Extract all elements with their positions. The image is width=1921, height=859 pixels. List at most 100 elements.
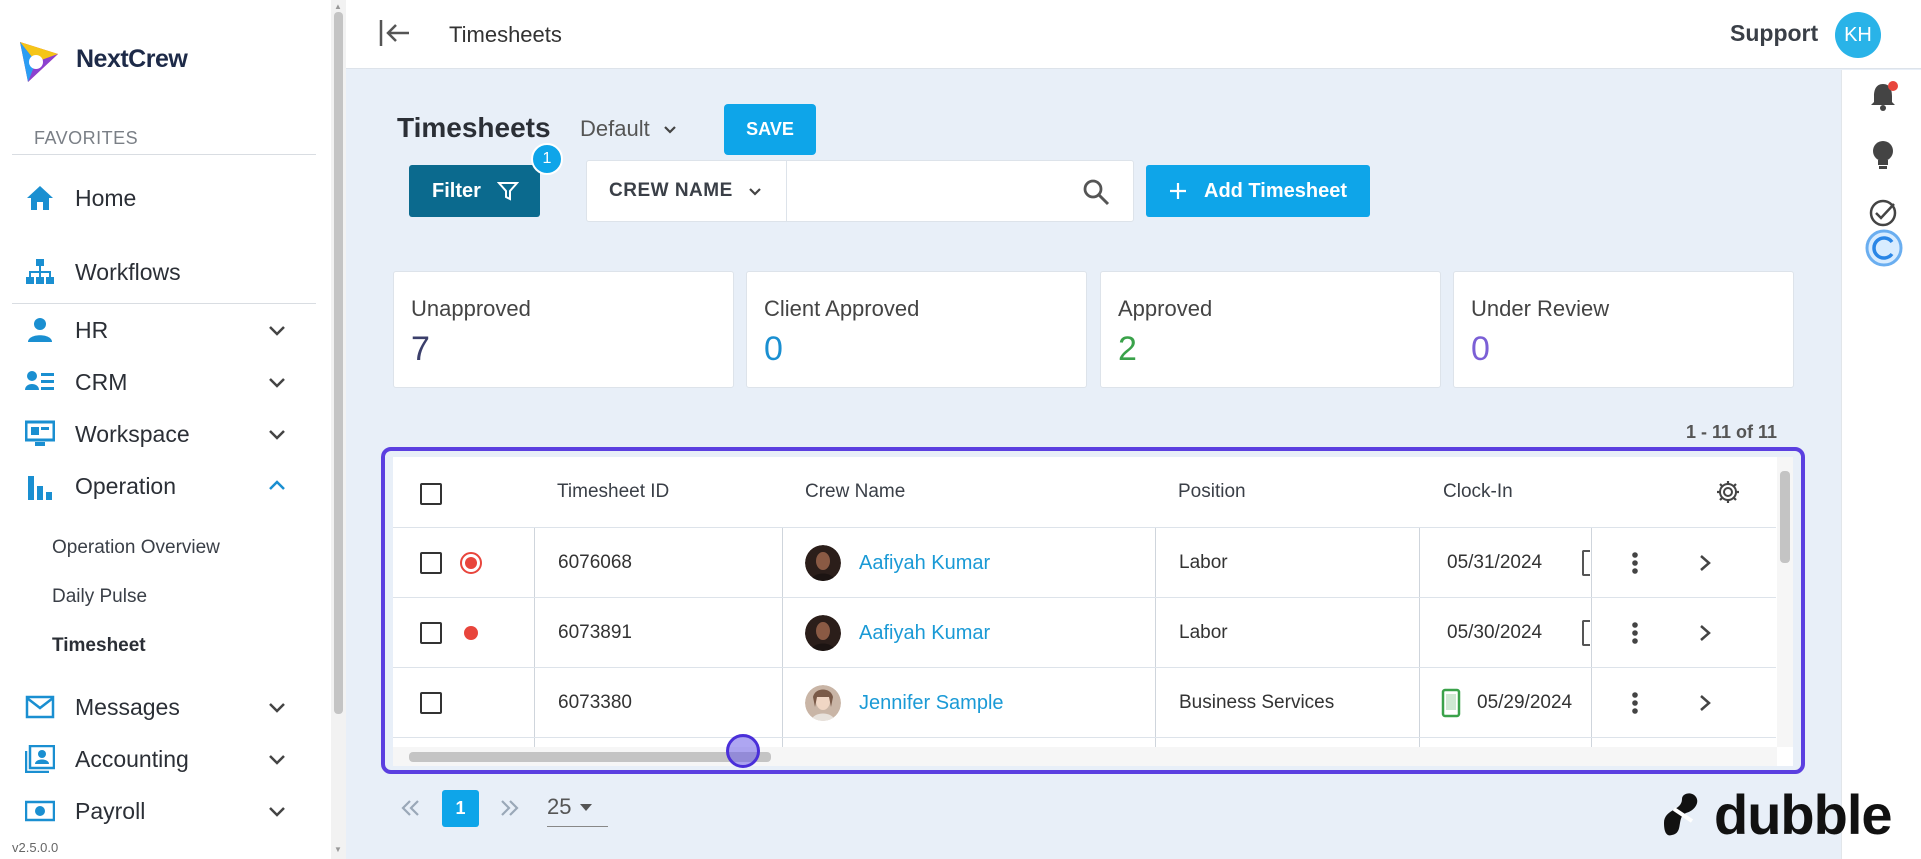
timesheet-id: 6073380 [558, 692, 632, 713]
sidebar-subitem-timesheet[interactable]: Timesheet [52, 635, 146, 657]
sidebar-item-label: Operation [75, 472, 177, 499]
scroll-down-icon[interactable]: ▼ [334, 845, 342, 854]
sidebar-item-messages[interactable]: Messages [0, 685, 320, 729]
app-name: NextCrew [76, 44, 188, 73]
contacts-icon [24, 366, 56, 398]
row-checkbox[interactable] [420, 622, 442, 644]
chevron-right-icon[interactable] [1698, 553, 1712, 573]
column-header-crew-name[interactable]: Crew Name [805, 481, 905, 503]
per-page-select[interactable]: 25 [547, 794, 608, 827]
lightbulb-icon[interactable] [1866, 138, 1900, 172]
task-check-icon[interactable] [1866, 196, 1900, 230]
sidebar-item-workspace[interactable]: Workspace [0, 412, 320, 456]
row-checkbox[interactable] [420, 552, 442, 574]
sidebar-item-accounting[interactable]: Accounting [0, 737, 320, 781]
scrollbar-thumb[interactable] [334, 12, 343, 714]
table-vertical-scrollbar[interactable] [1777, 457, 1793, 747]
kebab-menu-icon[interactable] [1631, 691, 1639, 715]
nextcrew-logo-icon [14, 32, 64, 86]
stat-card-unapproved[interactable]: Unapproved 7 [393, 271, 734, 388]
stat-card-client-approved[interactable]: Client Approved 0 [746, 271, 1087, 388]
sidebar-item-label: Payroll [75, 797, 146, 824]
chevron-down-icon [269, 807, 285, 817]
table-header: Timesheet ID Crew Name Position Clock-In [393, 457, 1776, 527]
column-header-clock-in[interactable]: Clock-In [1443, 481, 1513, 503]
mobile-phone-icon [1441, 688, 1461, 718]
support-link[interactable]: Support [1730, 20, 1818, 47]
scrollbar-thumb[interactable] [409, 752, 771, 762]
position-cell: Labor [1179, 622, 1228, 643]
stat-value: 0 [764, 330, 783, 368]
kebab-menu-icon[interactable] [1631, 551, 1639, 575]
favorites-label: FAVORITES [34, 128, 139, 148]
view-select-value: Default [580, 116, 650, 141]
column-header-timesheet-id[interactable]: Timesheet ID [557, 481, 669, 503]
search-field-select[interactable]: CREW NAME [587, 161, 787, 221]
page-heading: Timesheets [397, 112, 551, 143]
page-title: Timesheets [449, 22, 562, 47]
scroll-up-icon[interactable]: ▲ [334, 2, 342, 11]
sidebar-item-workflows[interactable]: Workflows [0, 250, 320, 294]
sidebar-subitem-daily-pulse[interactable]: Daily Pulse [52, 586, 147, 608]
row-checkbox[interactable] [420, 692, 442, 714]
sidebar-item-label: Accounting [75, 745, 189, 772]
stat-label: Approved [1118, 296, 1213, 321]
first-page-icon[interactable] [398, 798, 422, 818]
table-horizontal-scrollbar[interactable] [393, 747, 1777, 766]
search-input[interactable] [789, 161, 1069, 221]
filter-label: Filter [432, 179, 481, 202]
clock-in-cell: 05/30/2024 [1447, 622, 1543, 643]
dubble-watermark: dubble [1658, 782, 1893, 847]
table-row[interactable]: 6073380 Jennifer Sample Business Service… [393, 667, 1776, 737]
bell-icon[interactable] [1866, 80, 1900, 114]
crew-name-link[interactable]: Jennifer Sample [859, 692, 1004, 715]
kebab-menu-icon[interactable] [1631, 621, 1639, 645]
crew-name-link[interactable]: Aafiyah Kumar [859, 622, 990, 645]
app-logo[interactable]: NextCrew [14, 32, 188, 86]
gear-icon[interactable] [1715, 479, 1741, 505]
sidebar-scrollbar[interactable]: ▲ ▼ [331, 0, 346, 859]
search-icon[interactable] [1081, 177, 1111, 207]
sidebar-item-hr[interactable]: HR [0, 308, 320, 352]
assistant-icon[interactable] [1864, 228, 1904, 268]
last-page-icon[interactable] [498, 798, 522, 818]
crew-name-link[interactable]: Aafiyah Kumar [859, 552, 990, 575]
table-row[interactable]: 6076068 Aafiyah Kumar Labor 05/31/2024 [393, 527, 1776, 597]
sidebar-item-home[interactable]: Home [0, 176, 320, 220]
user-avatar[interactable]: KH [1835, 12, 1881, 58]
view-select[interactable]: Default [580, 116, 678, 142]
top-bar: Timesheets Support KH [346, 0, 1921, 69]
sidebar-item-payroll[interactable]: Payroll [0, 789, 320, 833]
table-row [393, 737, 1776, 747]
results-range: 1 - 11 of 11 [1686, 422, 1778, 442]
add-timesheet-button[interactable]: Add Timesheet [1146, 165, 1370, 217]
stat-card-under-review[interactable]: Under Review 0 [1453, 271, 1794, 388]
collapse-sidebar-icon[interactable] [378, 16, 412, 50]
money-icon [24, 795, 56, 827]
plus-icon [1170, 183, 1186, 199]
column-header-position[interactable]: Position [1178, 481, 1246, 503]
select-all-checkbox[interactable] [420, 483, 442, 505]
page-button-current[interactable]: 1 [442, 790, 479, 827]
stat-label: Client Approved [764, 296, 920, 321]
sidebar-subitem-operation-overview[interactable]: Operation Overview [52, 537, 220, 559]
stat-card-approved[interactable]: Approved 2 [1100, 271, 1441, 388]
id-card-icon [24, 743, 56, 775]
sidebar-item-operation[interactable]: Operation [0, 464, 320, 508]
sidebar-item-crm[interactable]: CRM [0, 360, 320, 404]
chevron-right-icon[interactable] [1698, 623, 1712, 643]
table-row[interactable]: 6073891 Aafiyah Kumar Labor 05/30/2024 [393, 597, 1776, 667]
filter-button[interactable]: Filter [409, 165, 540, 217]
clock-in-cell: 05/31/2024 [1447, 552, 1543, 573]
save-button[interactable]: SAVE [724, 104, 816, 155]
scrollbar-thumb[interactable] [1780, 471, 1790, 563]
mail-icon [24, 691, 56, 723]
sidebar: NextCrew FAVORITES Home Workflows HR CRM… [0, 0, 346, 859]
sidebar-item-label: HR [75, 316, 109, 343]
chevron-right-icon[interactable] [1698, 693, 1712, 713]
chevron-down-icon [269, 703, 285, 713]
chevron-down-icon [269, 326, 285, 336]
avatar [805, 615, 841, 651]
chevron-down-icon [663, 126, 676, 134]
sidebar-item-label: Messages [75, 693, 180, 720]
